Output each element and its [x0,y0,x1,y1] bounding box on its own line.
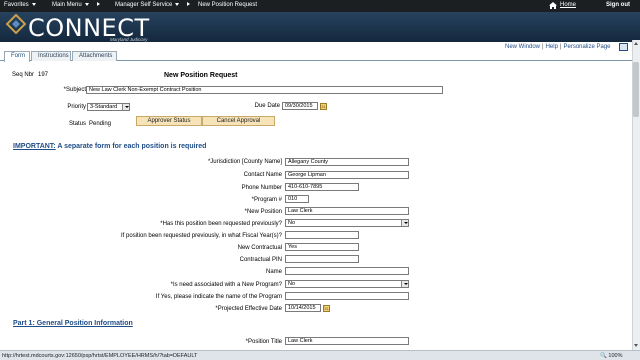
name-input[interactable] [285,267,409,275]
tab-attachments[interactable]: Attachments [72,51,117,61]
new-contractual-label: New Contractual [237,245,282,251]
new-position-input[interactable]: Law Clerk [285,207,409,215]
new-program-label: *Is need associated with a New Program? [170,282,282,288]
home-icon[interactable] [549,2,557,9]
program-input[interactable]: 010 [285,195,309,203]
calendar-icon[interactable]: 31 [323,304,330,312]
jurisdiction-input[interactable]: Allegany County [285,158,409,166]
new-position-label: *New Position [244,209,282,215]
page-title: New Position Request [164,72,238,79]
position-title-label: *Position Title [245,339,282,345]
priority-label: Priority [67,104,86,110]
chevron-down-icon [84,2,89,6]
contractual-pin-input[interactable] [285,255,359,263]
personalize-page-link[interactable]: Personalize Page [563,44,610,50]
breadcrumb-current: New Position Request [198,2,258,8]
chevron-down-icon [401,220,408,226]
chevron-down-icon [401,281,408,287]
program-name-input[interactable] [285,292,409,300]
fiscal-year-label: If position been requested previously, i… [121,233,282,239]
chevron-down-icon [175,2,180,6]
requested-previously-select[interactable]: No [285,219,409,227]
chevron-down-icon [122,104,129,110]
name-label: Name [265,269,282,275]
tab-form[interactable]: Form [4,51,30,62]
effective-date-input[interactable]: 10/14/2015 [285,304,321,312]
status-url: http://hrtest.mdcourts.gov:12650/psp/hrt… [2,352,198,359]
new-program-select[interactable]: No [285,280,409,288]
due-date-input[interactable]: 09/30/2015 [282,102,318,110]
position-title-input[interactable]: Law Clerk [285,337,409,345]
new-window-link[interactable]: New Window [505,44,540,50]
subject-label: *Subject [63,87,86,93]
contractual-pin-label: Contractual PIN [239,257,282,263]
effective-date-label: *Projected Effective Date [215,306,282,312]
contact-name-input[interactable]: George Lipman [285,171,409,179]
browser-status-bar: http://hrtest.mdcourts.gov:12650/psp/hrt… [0,350,640,360]
subject-input[interactable]: New Law Clerk Non-Exempt Contract Positi… [86,86,443,94]
phone-number-input[interactable]: 410-610-7895 [285,183,359,191]
approver-status-button[interactable]: Approver Status [136,116,202,126]
brand-subtitle: Maryland Judiciary [110,37,148,42]
important-notice: IMPORTANT: A separate form for each posi… [13,143,207,150]
new-contractual-input[interactable]: Yes [285,243,359,251]
status-value: Pending [89,121,112,127]
scroll-down-icon[interactable] [634,344,638,347]
requested-previously-label: *Has this position been requested previo… [160,221,282,227]
help-link[interactable]: Help [546,44,558,50]
scroll-up-icon[interactable] [634,42,638,45]
program-name-label: If Yes, please indicate the name of the … [155,294,282,300]
part-1-heading: Part 1: General Position Information [13,320,133,327]
jurisdiction-label: *Jurisdiction [County Name] [207,159,282,165]
main-menu[interactable]: Main Menu [52,2,100,8]
due-date-label: Due Date [254,103,280,109]
chevron-down-icon [31,2,36,6]
manager-self-service-menu[interactable]: Manager Self Service [115,2,191,8]
priority-select[interactable]: 3-Standard [87,103,130,111]
status-label: Status [68,121,86,127]
cancel-approval-button[interactable]: Cancel Approval [202,116,275,126]
fiscal-year-input[interactable] [285,231,359,239]
zoom-icon: 🔍 [600,352,607,359]
zoom-level[interactable]: 🔍 100% [600,353,622,359]
personalize-icon[interactable] [619,43,628,51]
program-label: *Program # [251,197,282,203]
contact-name-label: Contact Name [243,172,282,178]
logo-icon [6,14,26,35]
scrollbar-thumb[interactable] [633,62,639,117]
page-links: New Window | Help | Personalize Page [505,44,611,50]
seq-nbr-label: Seq Nbr [12,72,35,78]
calendar-icon[interactable]: 31 [320,102,327,110]
home-link[interactable]: Home [560,2,576,8]
seq-nbr-value: 197 [38,72,49,78]
sign-out-link[interactable]: Sign out [606,2,630,8]
favorites-menu[interactable]: Favorites [4,2,36,8]
top-nav-bar: Favorites Main Menu Manager Self Service… [0,0,640,12]
breadcrumb-separator-icon [96,2,100,7]
tab-instructions[interactable]: Instructions [31,51,71,61]
tab-bar: Form Instructions Attachments [0,51,632,62]
phone-number-label: Phone Number [241,185,282,191]
breadcrumb-separator-icon [187,2,191,7]
